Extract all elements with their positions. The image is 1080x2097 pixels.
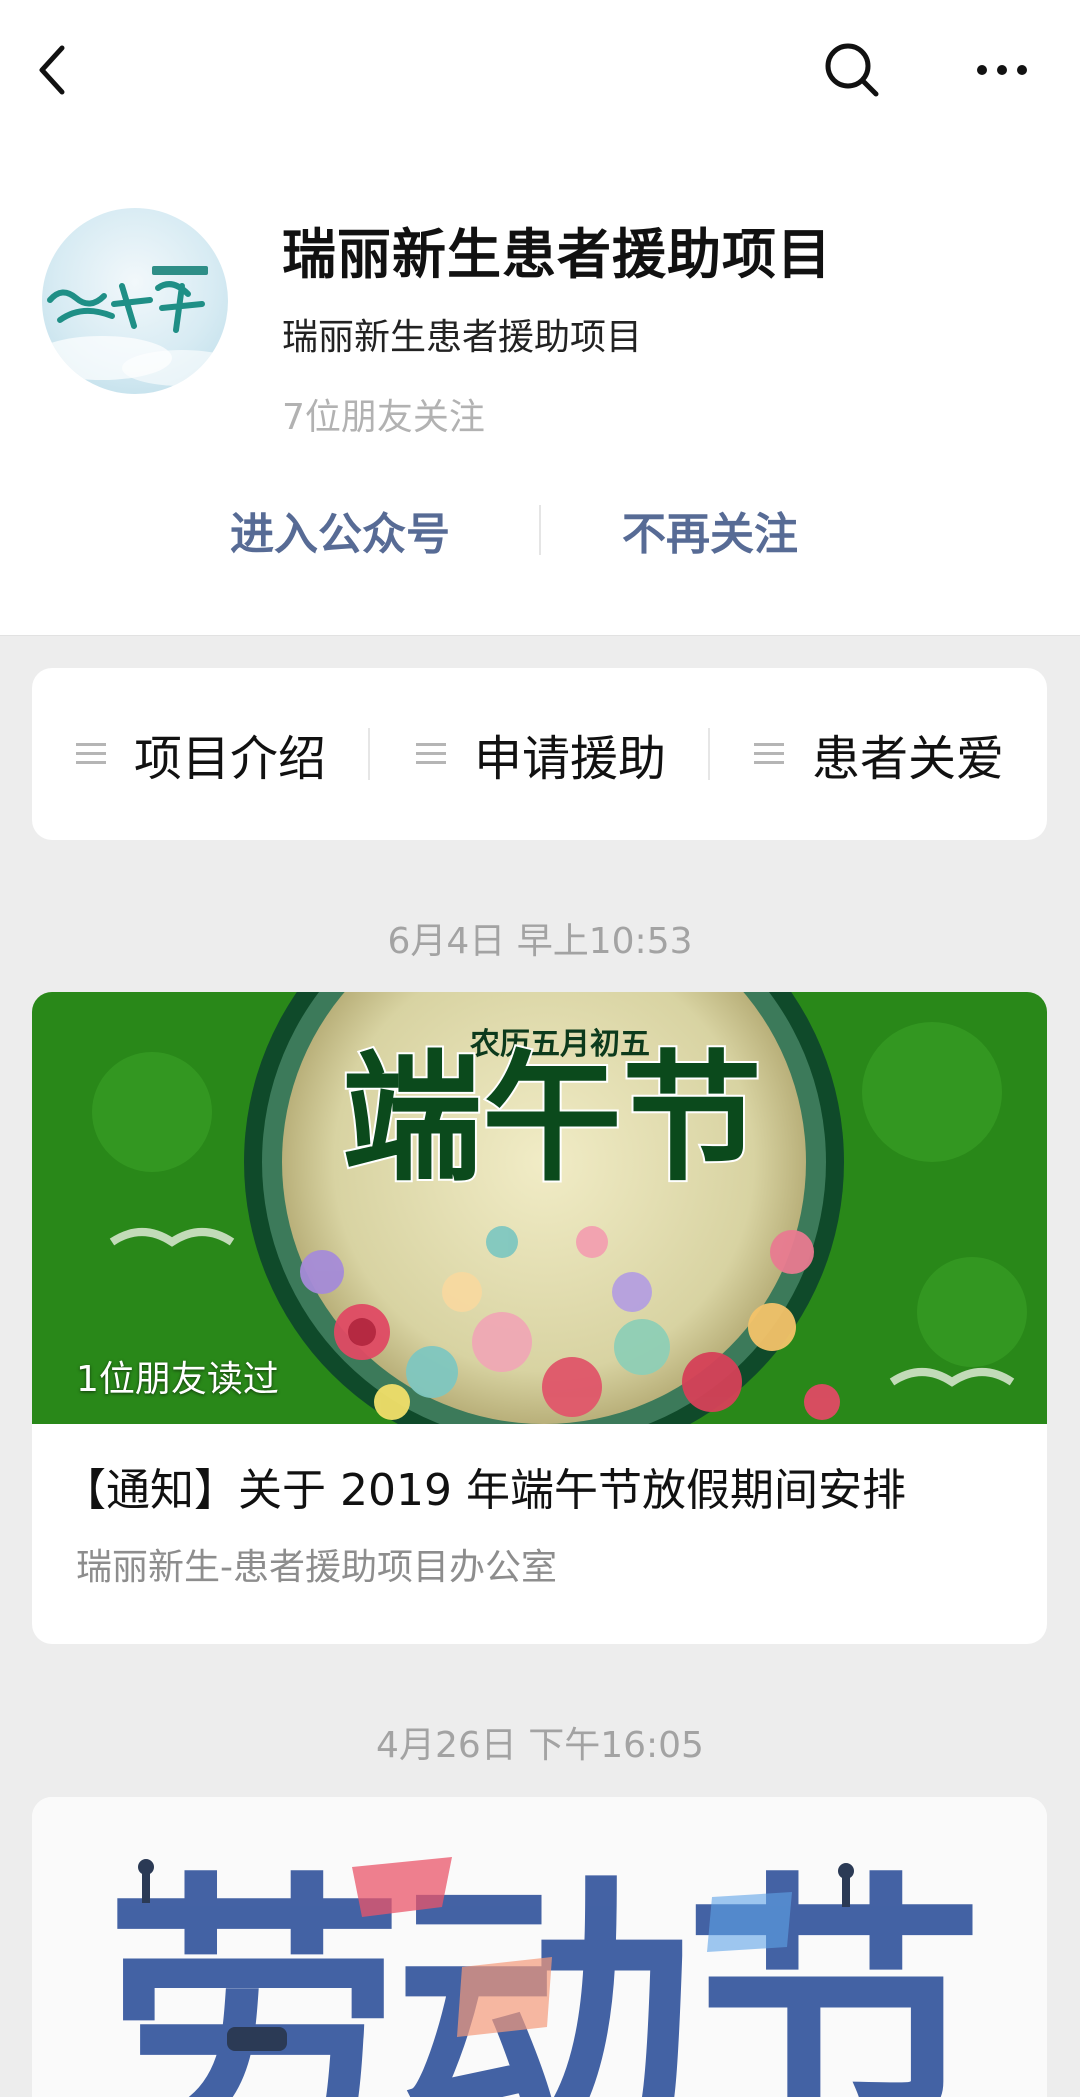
unfollow-button[interactable]: 不再关注 [622, 498, 798, 562]
friends-read-badge: 1位朋友读过 [76, 1359, 279, 1400]
menu-divider [368, 728, 370, 780]
menu-lines-icon [416, 743, 446, 764]
account-description: 瑞丽新生患者援助项目 [282, 317, 643, 358]
menu-item-project-intro[interactable]: 项目介绍 [76, 668, 326, 840]
menu-item-apply-aid[interactable]: 申请援助 [416, 668, 666, 840]
menu-lines-icon [754, 743, 784, 764]
more-button[interactable] [970, 48, 1034, 92]
more-dots-icon [977, 65, 1027, 75]
friends-following-count: 7位朋友关注 [282, 397, 485, 438]
search-button[interactable] [820, 38, 884, 102]
cover-title: 端午节 [342, 1037, 762, 1201]
avatar-logo-icon [42, 266, 228, 386]
menu-divider [708, 728, 710, 780]
menu-item-label: 申请援助 [474, 731, 667, 787]
action-divider [539, 505, 541, 555]
article-title: 【通知】关于 2019 年端午节放假期间安排 [62, 1465, 906, 1516]
article-source: 瑞丽新生-患者援助项目办公室 [76, 1547, 557, 1588]
post-date: 6月4日 早上10:53 [387, 921, 693, 962]
post-date: 4月26日 下午16:05 [376, 1725, 704, 1766]
account-menu: 项目介绍 申请援助 患者关爱 [32, 668, 1047, 840]
article-card[interactable]: 劳动节 [32, 1797, 1047, 2097]
enter-account-button[interactable]: 进入公众号 [230, 498, 450, 562]
account-name: 瑞丽新生患者援助项目 [282, 223, 832, 286]
back-button[interactable] [30, 38, 80, 102]
menu-item-patient-care[interactable]: 患者关爱 [754, 668, 1004, 840]
top-bar [0, 0, 1080, 140]
menu-item-label: 项目介绍 [134, 731, 327, 787]
search-icon [825, 43, 879, 97]
chevron-left-icon [39, 45, 65, 95]
account-profile: 瑞丽新生患者援助项目 瑞丽新生患者援助项目 7位朋友关注 进入公众号 不再关注 [0, 140, 1080, 636]
menu-item-label: 患者关爱 [812, 731, 1005, 787]
avatar[interactable] [42, 208, 228, 394]
menu-lines-icon [76, 743, 106, 764]
labor-day-cover: 劳动节 [32, 1797, 1047, 2097]
article-card[interactable]: 农历五月初五 端午节 1位朋友读过 【通知】关于 2019 年端午节放假期间安排… [32, 992, 1047, 1644]
